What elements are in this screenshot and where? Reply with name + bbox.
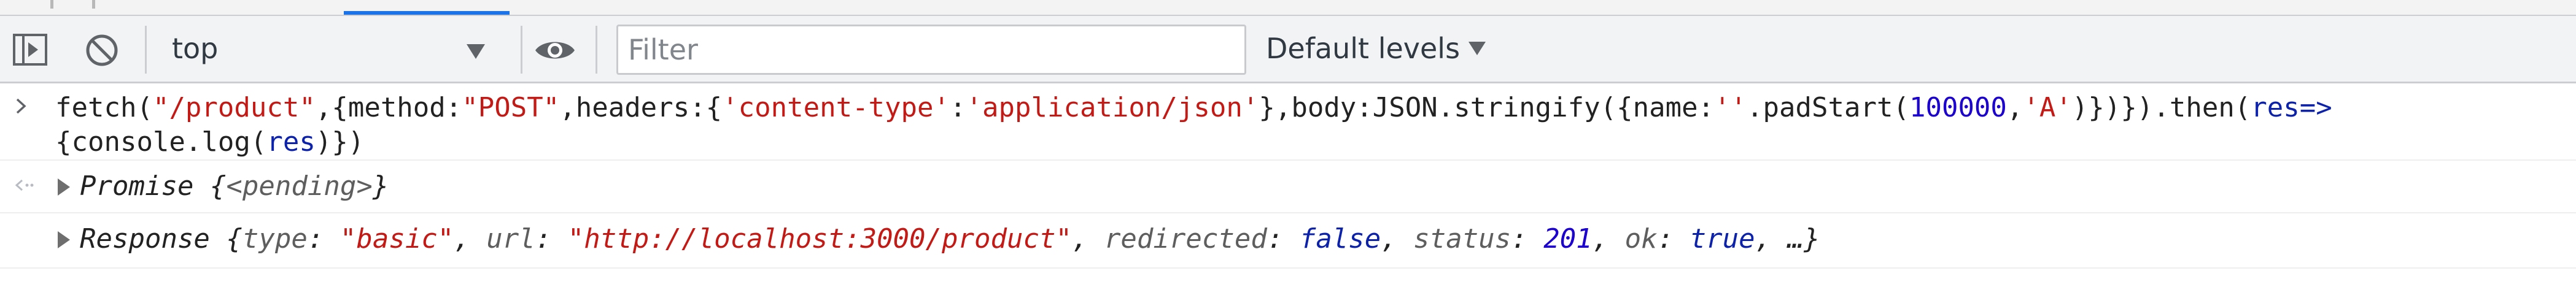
tab-divider bbox=[50, 0, 53, 9]
code-token: ,{method: bbox=[315, 92, 462, 123]
log-levels-dropdown[interactable]: Default levels bbox=[1266, 32, 1486, 65]
code-token: , bbox=[2006, 92, 2023, 123]
tab-divider bbox=[92, 0, 95, 9]
devtools-tab-strip bbox=[0, 0, 2576, 16]
code-token: "POST" bbox=[462, 92, 560, 123]
property-key: url bbox=[486, 223, 535, 254]
console-toolbar: top Default levels bbox=[0, 16, 2576, 83]
eye-icon[interactable] bbox=[533, 37, 577, 66]
console-log-message: Response {type: "basic", url: "http://lo… bbox=[0, 213, 2576, 269]
object-brace: } bbox=[372, 170, 389, 202]
code-token: },body:JSON.stringify({name: bbox=[1259, 92, 1715, 123]
property-key: type bbox=[242, 223, 308, 254]
property-key: ok bbox=[1624, 223, 1658, 254]
object-brace: { bbox=[193, 170, 227, 202]
property-key: status bbox=[1413, 223, 1511, 254]
code-token: res bbox=[2251, 92, 2300, 123]
code-token: "/product" bbox=[152, 92, 316, 123]
object-ellipsis: , …} bbox=[1755, 223, 1820, 254]
code-token: .padStart( bbox=[1747, 92, 1909, 123]
code-token: )})}).then( bbox=[2071, 92, 2251, 123]
result-arrow-icon bbox=[14, 178, 34, 195]
execution-context-select[interactable]: top bbox=[161, 27, 499, 72]
clear-console-icon[interactable] bbox=[85, 33, 119, 70]
console-input-code[interactable]: fetch("/product",{method:"POST",headers:… bbox=[55, 91, 2560, 159]
filter-input[interactable] bbox=[616, 25, 1246, 75]
console-input-message: fetch("/product",{method:"POST",headers:… bbox=[0, 90, 2576, 161]
chevron-down-icon bbox=[1468, 41, 1486, 55]
code-token: res bbox=[266, 126, 316, 158]
active-tab-indicator bbox=[344, 11, 510, 15]
property-value: false bbox=[1299, 223, 1381, 254]
code-token: fetch( bbox=[55, 92, 153, 123]
code-token: '' bbox=[1714, 92, 1747, 123]
expand-triangle-icon[interactable] bbox=[58, 178, 70, 196]
code-token: : bbox=[950, 92, 966, 123]
promise-object[interactable]: Promise {<pending>} bbox=[80, 169, 389, 204]
promise-state: <pending> bbox=[226, 170, 373, 202]
object-brace: { bbox=[209, 223, 242, 254]
console-result-message: Promise {<pending>} bbox=[0, 161, 2576, 213]
code-token: ,headers:{ bbox=[559, 92, 723, 123]
toolbar-separator bbox=[145, 26, 147, 74]
response-object[interactable]: Response {type: "basic", url: "http://lo… bbox=[80, 222, 1820, 256]
code-token: => bbox=[2299, 92, 2332, 123]
code-token: 'A' bbox=[2023, 92, 2072, 123]
code-token: {console.log( bbox=[55, 126, 267, 158]
object-name: Response bbox=[80, 223, 210, 254]
show-sidebar-icon[interactable] bbox=[12, 33, 48, 69]
code-token: 100000 bbox=[1909, 92, 2007, 123]
console-messages: fetch("/product",{method:"POST",headers:… bbox=[0, 83, 2576, 287]
expand-triangle-icon[interactable] bbox=[58, 231, 70, 248]
code-token: )}) bbox=[315, 126, 365, 158]
toolbar-separator bbox=[521, 26, 522, 74]
property-value: "http://localhost:3000/product" bbox=[567, 223, 1072, 254]
execution-context-label: top bbox=[172, 32, 219, 65]
code-token: 'application/json' bbox=[966, 92, 1259, 123]
prompt-chevron-icon bbox=[15, 97, 27, 118]
property-key: redirected bbox=[1104, 223, 1267, 254]
object-name: Promise bbox=[80, 170, 194, 202]
property-value: true bbox=[1690, 223, 1755, 254]
log-levels-label: Default levels bbox=[1266, 32, 1461, 65]
code-token: 'content-type' bbox=[722, 92, 950, 123]
property-value: "basic" bbox=[339, 223, 454, 254]
property-value: 201 bbox=[1543, 223, 1593, 254]
chevron-down-icon bbox=[467, 44, 485, 59]
toolbar-separator bbox=[596, 26, 597, 74]
